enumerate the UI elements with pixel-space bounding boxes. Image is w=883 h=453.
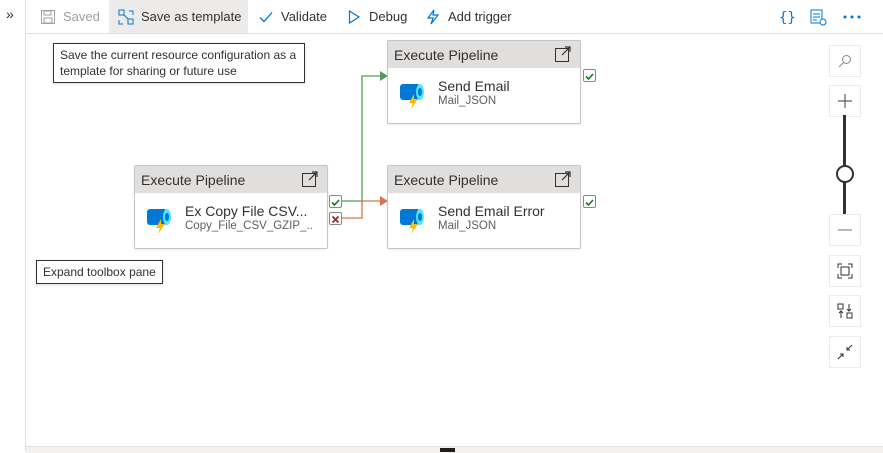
open-external-icon[interactable] [554, 170, 572, 188]
code-icon[interactable]: {} [778, 8, 796, 26]
search-button[interactable] [829, 45, 861, 77]
pipeline-icon [147, 209, 171, 234]
left-rail: » [0, 0, 26, 452]
success-port[interactable] [583, 69, 596, 82]
zoom-slider-thumb[interactable] [836, 165, 854, 183]
node-header: Execute Pipeline [141, 171, 246, 188]
svg-text:{}: {} [779, 10, 796, 26]
failure-port[interactable] [329, 212, 342, 225]
saved-label: Saved [63, 9, 100, 24]
open-external-icon[interactable] [554, 45, 572, 63]
node-header: Execute Pipeline [394, 46, 499, 63]
save-icon [41, 9, 55, 24]
add-trigger-label: Add trigger [448, 9, 512, 24]
collapse-icon [837, 344, 853, 360]
activity-send-email[interactable]: Execute Pipeline Send Email Mail_JSON [387, 40, 581, 124]
fit-to-screen-button[interactable] [829, 255, 861, 287]
check-icon [585, 73, 594, 81]
node-title: Send Email Error [438, 203, 545, 219]
node-subtitle: Copy_File_CSV_GZIP_... [185, 220, 313, 232]
zoom-out-button[interactable] [829, 214, 861, 246]
node-subtitle: Mail_JSON [438, 95, 497, 107]
pipeline-icon [400, 84, 424, 109]
debug-label: Debug [369, 9, 408, 24]
activity-ex-copy-file-csv[interactable]: Execute Pipeline Ex Copy File CSV... Cop… [134, 165, 328, 249]
add-trigger-button[interactable]: Add trigger [425, 0, 512, 33]
save-as-template-button[interactable]: Save as template [109, 0, 248, 33]
fit-screen-icon [837, 263, 853, 279]
x-icon [331, 215, 340, 224]
check-icon [585, 199, 594, 207]
zoom-in-icon [838, 94, 852, 108]
success-port[interactable] [583, 195, 596, 208]
more-icon[interactable] [842, 8, 862, 26]
template-icon [118, 9, 134, 24]
node-title: Send Email [438, 78, 510, 94]
validate-button[interactable]: Validate [258, 0, 327, 33]
node-subtitle: Mail_JSON [438, 220, 497, 232]
zoom-out-icon [838, 229, 852, 231]
check-icon [331, 199, 340, 207]
toolbar: Saved Save as template Validate Debug Ad… [26, 0, 883, 34]
saved-button[interactable]: Saved [40, 0, 100, 33]
trigger-icon [426, 9, 440, 24]
properties-icon[interactable] [809, 8, 827, 26]
zoom-in-button[interactable] [829, 85, 861, 117]
auto-align-icon [837, 303, 853, 319]
play-icon [348, 9, 361, 24]
resize-handle[interactable] [440, 448, 455, 452]
expand-chevrons-icon[interactable]: » [6, 6, 14, 22]
node-title: Ex Copy File CSV... [185, 203, 308, 219]
pipeline-icon [400, 209, 424, 234]
expand-toolbox-tooltip: Expand toolbox pane [36, 260, 163, 284]
save-as-template-label: Save as template [141, 9, 242, 24]
auto-align-button[interactable] [829, 295, 861, 327]
save-template-tooltip: Save the current resource configuration … [53, 43, 305, 83]
activity-send-email-error[interactable]: Execute Pipeline Send Email Error Mail_J… [387, 165, 581, 249]
validate-label: Validate [281, 9, 328, 24]
success-port[interactable] [329, 195, 342, 208]
check-icon [259, 11, 273, 22]
search-icon [838, 55, 851, 68]
open-external-icon[interactable] [301, 170, 319, 188]
collapse-button[interactable] [829, 336, 861, 368]
debug-button[interactable]: Debug [346, 0, 407, 33]
node-header: Execute Pipeline [394, 171, 499, 188]
